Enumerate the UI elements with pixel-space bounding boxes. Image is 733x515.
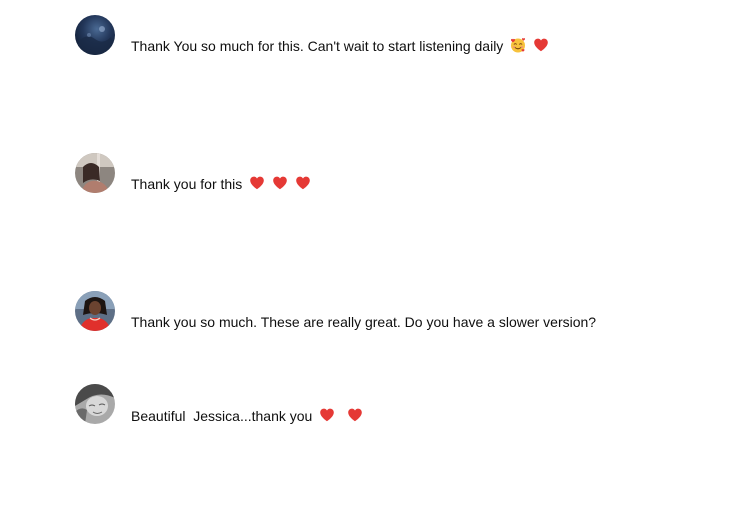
comment-item: Beautiful Jessica...thank you [75,384,715,428]
avatar[interactable] [75,153,115,193]
red-heart-icon [533,37,549,53]
red-heart-icon [347,407,363,423]
comment-item: Thank You so much for this. Can't wait t… [75,15,715,59]
comment-text: Thank you for this [131,176,243,192]
avatar[interactable] [75,384,115,424]
red-heart-icon [319,407,335,423]
comment-text-row: Thank you for this [131,174,311,194]
smiling-face-with-hearts-icon [510,37,526,53]
red-heart-icon [295,175,311,191]
comment-text: Thank you so much. These are really grea… [131,314,597,330]
avatar-image [75,15,115,55]
comment-text-row: Thank You so much for this. Can't wait t… [131,36,549,56]
comment-text: Thank You so much for this. Can't wait t… [131,38,504,54]
red-heart-icon [272,175,288,191]
comment-text: Beautiful Jessica...thank you [131,408,313,424]
avatar[interactable] [75,291,115,331]
comment-text-row: Beautiful Jessica...thank you [131,406,363,426]
avatar-image [75,153,115,193]
avatar[interactable] [75,15,115,55]
comment-item: Thank you for this [75,153,715,197]
avatar-image [75,384,115,424]
red-heart-icon [249,175,265,191]
avatar-image [75,291,115,331]
comment-item: Thank you so much. These are really grea… [75,291,715,335]
comment-text-row: Thank you so much. These are really grea… [131,312,596,332]
